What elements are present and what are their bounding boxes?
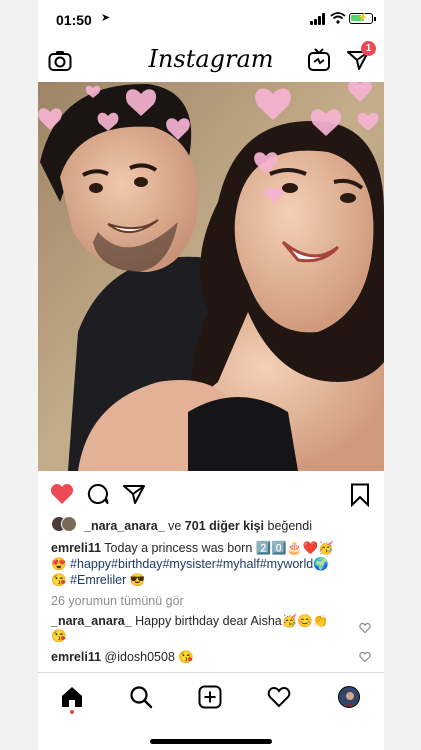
comment-text-continued: 😘 <box>51 629 67 643</box>
view-all-comments-link[interactable]: 26 yorumun tümünü gör <box>51 594 184 608</box>
home-icon[interactable] <box>60 685 84 709</box>
caption-line-3[interactable]: 😘 #Emreliler 😎 <box>51 573 145 588</box>
comment-text: @idosh0508 😘 <box>104 650 194 664</box>
comment-text: Happy birthday dear Aisha🥳😊👏 <box>135 614 329 628</box>
status-time: 01:50 <box>56 12 92 28</box>
instagram-logo: Instagram <box>148 45 274 73</box>
battery-icon: ⚡ <box>349 12 376 24</box>
status-bar: 01:50 ➤ ⚡ <box>38 0 384 40</box>
likes-suffix: beğendi <box>267 519 313 533</box>
instagram-app: 01:50 ➤ ⚡ Instagram 1 _nara_anara_ ve 70… <box>38 0 384 750</box>
selfie-illustration <box>38 82 384 471</box>
comment-row: emreli11 @idosh0508 😘 <box>51 650 194 665</box>
save-bookmark-icon[interactable] <box>350 483 370 507</box>
likes-summary[interactable]: _nara_anara_ ve 701 diğer kişi beğendi <box>84 519 312 533</box>
caption-user[interactable]: emreli11 <box>51 541 101 555</box>
dm-count-badge: 1 <box>361 41 376 56</box>
liker-avatars[interactable] <box>51 516 79 534</box>
likes-count[interactable]: 701 diğer kişi <box>185 519 264 533</box>
wifi-icon <box>330 12 346 24</box>
igtv-icon[interactable] <box>307 48 331 72</box>
comment-row: _nara_anara_ Happy birthday dear Aisha🥳😊… <box>51 614 328 629</box>
cellular-signal-icon <box>310 13 326 25</box>
profile-avatar[interactable] <box>338 686 360 708</box>
post-actions <box>38 477 384 513</box>
bottom-tab-bar <box>38 672 384 722</box>
comment-like-heart-icon[interactable] <box>359 622 371 634</box>
add-post-icon[interactable] <box>198 685 222 709</box>
likes-user[interactable]: _nara_anara_ <box>84 519 165 533</box>
share-icon[interactable] <box>123 484 145 504</box>
comment-user[interactable]: emreli11 <box>51 650 101 664</box>
home-indicator <box>150 739 272 744</box>
new-activity-dot <box>70 710 74 714</box>
caption-line-2[interactable]: 😍 #happy#birthday#mysister#myhalf#myworl… <box>51 557 329 572</box>
comment-user[interactable]: _nara_anara_ <box>51 614 132 628</box>
search-icon[interactable] <box>129 685 153 709</box>
comment-like-heart-icon[interactable] <box>359 651 371 663</box>
top-nav: Instagram 1 <box>38 40 384 82</box>
location-arrow-icon: ➤ <box>101 12 111 24</box>
caption-text-1: Today a princess was born 2️⃣0️⃣🎂❤️🥳 <box>104 541 334 555</box>
activity-heart-icon[interactable] <box>267 686 291 708</box>
like-heart-icon[interactable] <box>50 483 74 505</box>
comment-icon[interactable] <box>87 483 109 505</box>
post-photo[interactable] <box>38 82 384 471</box>
likes-connector: ve <box>168 519 182 533</box>
caption-line-1: emreli11 Today a princess was born 2️⃣0️… <box>51 541 334 556</box>
